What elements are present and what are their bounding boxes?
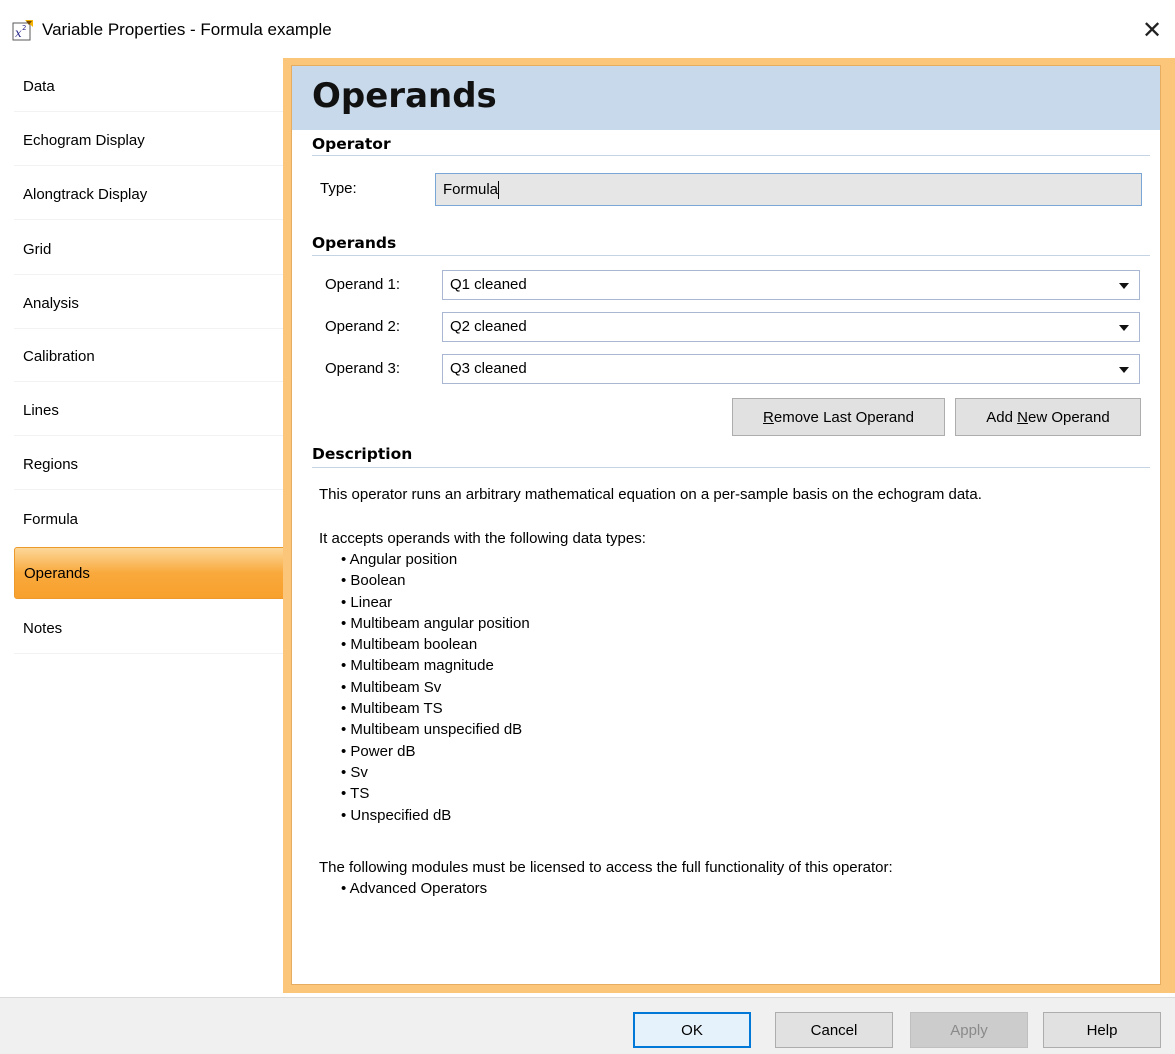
svg-text:x: x xyxy=(15,26,22,40)
list-item: • Linear xyxy=(341,593,393,611)
sidebar-item-label: Alongtrack Display xyxy=(23,185,148,203)
help-button[interactable]: Help xyxy=(1043,1012,1161,1048)
button-label: Apply xyxy=(950,1021,988,1039)
list-item: • Power dB xyxy=(341,742,416,760)
operand-1-value: Q1 cleaned xyxy=(450,276,527,293)
cancel-button[interactable]: Cancel xyxy=(775,1012,893,1048)
operator-section-heading: Operator xyxy=(312,135,391,153)
panel-header: Operands xyxy=(292,66,1160,130)
list-item: • Multibeam Sv xyxy=(341,678,442,696)
list-item: • Multibeam angular position xyxy=(341,614,530,632)
close-button[interactable]: ✕ xyxy=(1129,10,1175,50)
operand-2-label: Operand 2: xyxy=(325,318,401,335)
list-item: • Boolean xyxy=(341,572,406,590)
list-item: • TS xyxy=(341,785,370,803)
list-item: • Unspecified dB xyxy=(341,806,452,824)
sidebar-item-lines[interactable]: Lines xyxy=(14,384,290,436)
operand-1-select[interactable]: Q1 cleaned xyxy=(442,270,1140,300)
sidebar-item-label: Analysis xyxy=(23,294,79,312)
sidebar-item-formula[interactable]: Formula xyxy=(14,493,290,545)
button-label: Cancel xyxy=(810,1021,858,1039)
chevron-down-icon xyxy=(1119,325,1129,331)
sidebar-item-label: Grid xyxy=(23,240,52,258)
sidebar-item-label: Formula xyxy=(23,510,79,528)
sidebar-item-grid[interactable]: Grid xyxy=(14,223,290,275)
operand-1-label: Operand 1: xyxy=(325,276,401,293)
section-divider xyxy=(312,155,1150,156)
sidebar-item-label: Operands xyxy=(24,564,90,582)
type-field[interactable]: Formula xyxy=(435,173,1142,206)
section-divider xyxy=(312,255,1150,256)
list-item: • Multibeam TS xyxy=(341,700,443,718)
list-item: • Angular position xyxy=(341,551,458,568)
button-label: Remove Last Operand xyxy=(763,408,914,426)
type-label: Type: xyxy=(320,180,357,197)
page-title: Operands xyxy=(312,76,497,116)
add-new-operand-button[interactable]: Add New Operand xyxy=(955,398,1141,436)
sidebar-item-analysis[interactable]: Analysis xyxy=(14,277,290,329)
description-text: This operator runs an arbitrary mathemat… xyxy=(319,486,982,503)
sidebar-item-label: Echogram Display xyxy=(23,131,145,149)
svg-text:2: 2 xyxy=(22,24,26,32)
sidebar-item-label: Calibration xyxy=(23,347,95,365)
list-item: • Multibeam unspecified dB xyxy=(341,721,523,739)
remove-last-operand-button[interactable]: Remove Last Operand xyxy=(732,398,945,436)
modules-text: The following modules must be licensed t… xyxy=(319,859,893,876)
dialog-footer: OK Cancel Apply Help xyxy=(0,997,1175,1054)
description-section-heading: Description xyxy=(312,445,413,463)
accepts-text: It accepts operands with the following d… xyxy=(319,530,646,547)
sidebar-item-notes[interactable]: Notes xyxy=(14,602,290,654)
sidebar-item-echogram-display[interactable]: Echogram Display xyxy=(14,114,290,166)
type-value: Formula xyxy=(443,181,499,198)
operand-3-label: Operand 3: xyxy=(325,360,401,377)
window-title: Variable Properties - Formula example xyxy=(42,20,332,39)
operand-2-select[interactable]: Q2 cleaned xyxy=(442,312,1140,342)
sidebar-item-label: Notes xyxy=(23,619,63,637)
sidebar-item-calibration[interactable]: Calibration xyxy=(14,330,290,382)
button-label: Help xyxy=(1086,1021,1118,1039)
operand-3-select[interactable]: Q3 cleaned xyxy=(442,354,1140,384)
operands-panel: Operands Operator Type: Formula Operands… xyxy=(291,65,1161,985)
formula-variable-icon: x 2 xyxy=(12,20,33,41)
list-item: • Advanced Operators xyxy=(341,880,488,897)
chevron-down-icon xyxy=(1119,367,1129,373)
section-divider xyxy=(312,467,1150,468)
close-icon: ✕ xyxy=(1141,16,1163,44)
sidebar-item-label: Regions xyxy=(23,455,79,473)
sidebar-item-label: Lines xyxy=(23,401,59,419)
apply-button[interactable]: Apply xyxy=(910,1012,1028,1048)
ok-button[interactable]: OK xyxy=(633,1012,751,1048)
sidebar-item-operands[interactable]: Operands xyxy=(14,547,292,599)
data-types-list: • Angular position • Boolean • Linear • … xyxy=(341,549,530,826)
chevron-down-icon xyxy=(1119,283,1129,289)
operand-3-value: Q3 cleaned xyxy=(450,360,527,377)
sidebar-item-regions[interactable]: Regions xyxy=(14,438,290,490)
list-item: • Multibeam magnitude xyxy=(341,657,494,675)
button-label: OK xyxy=(681,1021,703,1039)
button-label: Add New Operand xyxy=(986,408,1110,426)
operands-section-heading: Operands xyxy=(312,234,397,252)
operand-2-value: Q2 cleaned xyxy=(450,318,527,335)
sidebar: Data Echogram Display Alongtrack Display… xyxy=(0,60,292,989)
list-item: • Sv xyxy=(341,763,368,781)
title-bar: x 2 Variable Properties - Formula exampl… xyxy=(0,0,1175,60)
modules-list: • Advanced Operators xyxy=(341,878,487,899)
sidebar-item-label: Data xyxy=(23,77,55,95)
sidebar-item-alongtrack-display[interactable]: Alongtrack Display xyxy=(14,168,290,220)
list-item: • Multibeam boolean xyxy=(341,636,478,654)
sidebar-item-data[interactable]: Data xyxy=(14,60,290,112)
